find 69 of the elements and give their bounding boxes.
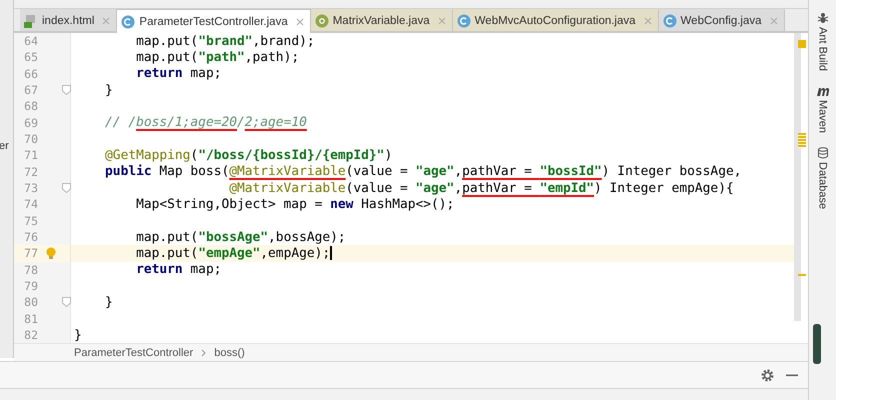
line-number: 69 [23,116,38,130]
close-icon[interactable] [644,16,652,24]
class-file-icon [662,14,677,28]
code-line: public Map boss(@MatrixVariable(value = "age",pathVar = "bossId") Integer bossAge, [104,164,742,180]
annotation-file-icon [314,14,329,28]
text-caret [330,246,332,260]
line-number: 72 [23,164,38,179]
tool-window-button[interactable]: Maven [816,85,830,134]
class-file-icon [121,14,136,28]
scrollbar[interactable] [794,33,801,321]
maven-icon [816,85,830,98]
line-number: 64 [23,34,38,48]
fold-icon[interactable] [62,297,71,308]
line-number: 67 [23,83,38,98]
close-icon[interactable] [296,18,304,26]
line-number: 77 [23,246,38,260]
line-number: 75 [23,214,38,228]
code-line: map.put("brand",brand); [135,34,315,49]
close-icon[interactable] [102,16,110,24]
editor-tab[interactable]: MatrixVariable.java [310,9,453,31]
warning-marker[interactable] [798,40,806,48]
close-icon[interactable] [770,16,778,24]
tool-window-button[interactable]: Ant Build [816,12,828,72]
code-line: map.put("path",path); [135,50,300,65]
line-number: 76 [23,230,38,244]
line-number: 80 [23,295,38,310]
line-number: 78 [23,262,38,277]
chevron-icon [201,348,206,356]
editor-tab[interactable]: index.html [20,9,118,31]
line-number: 66 [23,66,38,81]
fold-icon[interactable] [62,85,71,96]
code-line: @GetMapping("/boss/{bossId}/{empId}") [104,148,392,163]
settings-icon[interactable] [761,368,774,382]
code-line: return map; [135,262,222,278]
line-number: 65 [23,50,38,64]
code-line: @MatrixVariable(value = "age",pathVar = "empId") Integer empAge){ [228,180,734,196]
line-number: 68 [23,99,38,114]
code-line: } [74,328,82,343]
lightbulb-icon[interactable] [46,246,56,260]
tool-window-button[interactable]: Database [816,147,828,210]
warning-marker[interactable] [798,133,806,148]
warning-marker[interactable] [798,274,806,276]
code-line: return map; [135,66,222,82]
breadcrumb-item[interactable]: boss() [214,346,245,358]
code-line: } [104,294,113,310]
side-handle[interactable] [813,324,821,364]
code-line: // /boss/1;age=20/2;age=10 [104,115,307,130]
line-number: 81 [23,312,38,326]
ant-icon [816,12,828,24]
line-number: 82 [23,328,38,342]
class-file-icon [456,14,471,28]
line-number: 74 [23,197,38,212]
line-number: 70 [23,132,38,146]
line-number: 71 [23,148,38,162]
editor-tab[interactable]: ParameterTestController.java [117,9,311,33]
fold-icon[interactable] [62,183,71,194]
code-line: map.put("empAge",empAge); [135,246,332,261]
line-number: 73 [23,181,38,196]
code-line: } [104,82,113,98]
html-file-icon [24,14,38,28]
code-line: map.put("bossAge",bossAge); [135,230,346,245]
code-line: Map<String,Object> map = new HashMap<>(); [135,196,454,212]
breadcrumb-item[interactable]: ParameterTestController [74,346,194,358]
minimize-icon[interactable] [786,374,798,376]
editor-tab[interactable]: WebConfig.java [658,9,785,31]
close-icon[interactable] [438,16,446,24]
line-number: 79 [23,279,38,294]
database-icon [816,147,828,160]
editor-tab[interactable]: WebMvcAutoConfiguration.java [452,9,659,31]
